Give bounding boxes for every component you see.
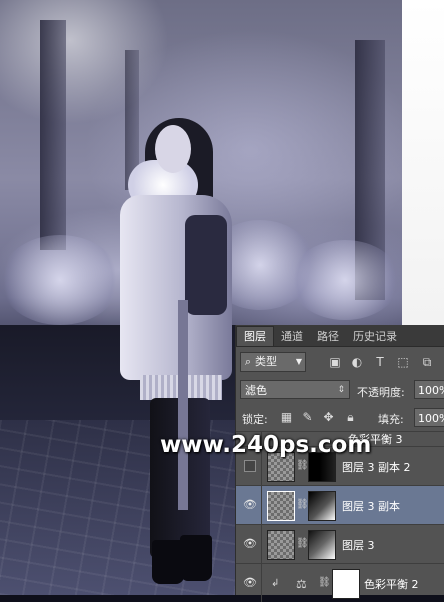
- fill-field[interactable]: 100%: [414, 408, 444, 427]
- person-face: [155, 125, 191, 173]
- lock-label: 锁定:: [242, 413, 268, 426]
- bush: [290, 240, 400, 320]
- lock-position-icon[interactable]: ✥: [322, 411, 335, 424]
- divider: [261, 486, 262, 524]
- canvas-edge: [402, 0, 444, 325]
- lock-image-icon[interactable]: ✎: [301, 411, 314, 424]
- balance-scale-icon: ⚖: [296, 577, 307, 591]
- tab-channels[interactable]: 通道: [274, 327, 310, 346]
- eye-icon[interactable]: 👁︎: [242, 498, 258, 512]
- shape-filter-icon[interactable]: ⬚: [396, 355, 410, 369]
- smart-object-filter-icon[interactable]: ⧉: [420, 355, 434, 369]
- filter-row: ⌕ 类型 ▼ ▣ ◐ T ⬚ ⧉: [236, 350, 444, 374]
- kind-filter-select[interactable]: ⌕ 类型 ▼: [240, 352, 306, 372]
- lock-all-icon[interactable]: 🔒︎: [344, 411, 357, 424]
- visibility-toggle-off[interactable]: [244, 460, 256, 472]
- tab-history[interactable]: 历史记录: [346, 327, 404, 346]
- panel-tabs: 图层 通道 路径 历史记录: [236, 325, 444, 347]
- layer-name: 图层 3: [342, 539, 375, 552]
- layer-thumbnail: [267, 530, 295, 560]
- divider: [261, 525, 262, 563]
- layer-mask-thumbnail[interactable]: [308, 530, 336, 560]
- divider: [261, 564, 262, 602]
- layer-name: 图层 3 副本 2: [342, 461, 411, 474]
- opacity-field[interactable]: 100%: [414, 380, 444, 399]
- layer-thumbnail: [267, 491, 295, 521]
- adjustment-filter-icon[interactable]: ◐: [350, 355, 364, 369]
- blend-row: 滤色 ⇕ 不透明度: 100%: [236, 378, 444, 402]
- layers-panel: 图层 通道 路径 历史记录 ⌕ 类型 ▼ ▣ ◐ T ⬚ ⧉ 滤色 ⇕ 不透明度:…: [235, 325, 444, 602]
- link-icon: ⛓: [296, 538, 309, 549]
- layer-mask-thumbnail[interactable]: [308, 491, 336, 521]
- watermark: www.240ps.com: [160, 432, 372, 458]
- person-arm: [185, 215, 227, 315]
- link-icon: ⛓: [296, 499, 309, 510]
- eye-icon[interactable]: 👁︎: [242, 537, 258, 551]
- eye-icon[interactable]: 👁︎: [242, 576, 258, 590]
- layer-row[interactable]: 👁︎ ↲ ⚖ ⛓ 色彩平衡 2: [236, 563, 444, 602]
- link-icon: ⛓: [296, 460, 309, 471]
- chevron-down-icon: ▼: [295, 357, 302, 366]
- layer-row-selected[interactable]: 👁︎ ⛓ 图层 3 副本: [236, 485, 444, 524]
- layer-name: 图层 3 副本: [342, 500, 400, 513]
- blend-mode-select[interactable]: 滤色 ⇕: [240, 380, 350, 399]
- lock-row: 锁定: ▦ ✎ ✥ 🔒︎ 填充: 100%: [236, 406, 444, 430]
- boot: [180, 535, 212, 581]
- lock-transparency-icon[interactable]: ▦: [280, 411, 293, 424]
- bag-strap: [178, 300, 188, 510]
- chevron-updown-icon: ⇕: [337, 385, 345, 395]
- opacity-label: 不透明度:: [357, 386, 405, 399]
- fill-label: 填充:: [378, 413, 404, 426]
- layer-row[interactable]: 👁︎ ⛓ 图层 3: [236, 524, 444, 563]
- tab-paths[interactable]: 路径: [310, 327, 346, 346]
- type-filter-icon[interactable]: T: [373, 355, 387, 369]
- layer-name: 色彩平衡 2: [364, 578, 419, 591]
- tree-trunk: [40, 20, 66, 250]
- clipping-arrow-icon: ↲: [271, 578, 280, 589]
- search-icon: ⌕: [244, 355, 252, 368]
- pixel-filter-icon[interactable]: ▣: [328, 355, 342, 369]
- tab-layers[interactable]: 图层: [236, 326, 274, 346]
- link-icon: ⛓: [318, 577, 331, 588]
- bush: [0, 235, 120, 325]
